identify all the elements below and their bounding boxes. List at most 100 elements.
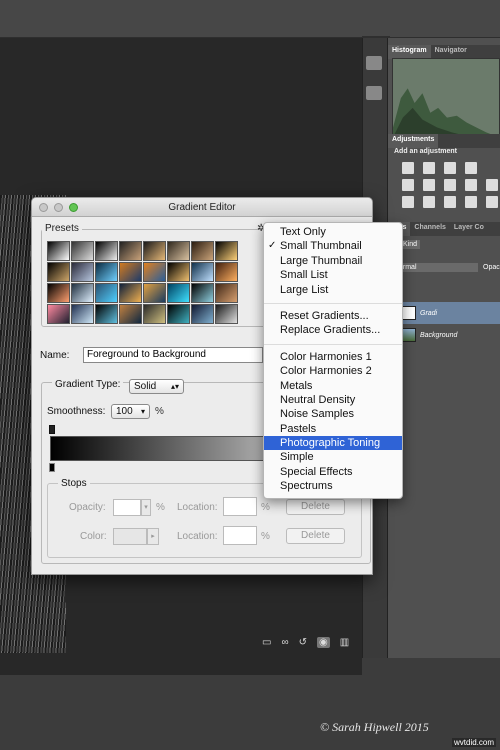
black-white-icon[interactable] — [465, 179, 477, 191]
color-label: Color: — [80, 531, 107, 542]
blend-mode-select[interactable]: ormal — [396, 263, 478, 272]
levels-icon[interactable] — [423, 162, 435, 174]
kind-filter[interactable]: Kind — [400, 240, 421, 249]
delete-opacity-stop-button[interactable]: Delete — [286, 499, 345, 515]
menu-item-label: Metals — [280, 379, 313, 392]
gradient-preset-swatch[interactable] — [47, 241, 70, 261]
gradient-preset-swatch[interactable] — [215, 283, 238, 303]
invert-icon[interactable] — [402, 196, 414, 208]
gradient-preset-swatch[interactable] — [95, 304, 118, 324]
name-field[interactable]: Foreground to Background — [83, 347, 263, 363]
add-adjustment-label: Add an adjustment — [394, 148, 458, 155]
gradient-preset-swatch[interactable] — [95, 241, 118, 261]
gradient-preset-swatch[interactable] — [191, 304, 214, 324]
layer-gradient[interactable]: Gradi — [388, 302, 500, 324]
posterize-icon[interactable] — [423, 196, 435, 208]
menu-item[interactable]: Photographic Toning — [264, 436, 402, 451]
gradient-preset-swatch[interactable] — [95, 262, 118, 282]
gradient-preset-swatch[interactable] — [71, 304, 94, 324]
gradient-preset-swatch[interactable] — [119, 262, 142, 282]
menu-item[interactable]: Noise Samples — [264, 407, 402, 421]
menu-item[interactable]: Large List — [264, 283, 402, 297]
properties-panel-icon[interactable] — [366, 86, 382, 100]
gradient-preset-swatch[interactable] — [143, 262, 166, 282]
color-stop-marker[interactable] — [49, 463, 55, 472]
gradient-preset-swatch[interactable] — [191, 283, 214, 303]
gradient-preset-swatch[interactable] — [71, 241, 94, 261]
threshold-icon[interactable] — [444, 196, 456, 208]
tab-navigator[interactable]: Navigator — [431, 45, 471, 59]
gradient-preset-swatch[interactable] — [143, 283, 166, 303]
gradient-preset-swatch[interactable] — [47, 304, 70, 324]
menu-item[interactable]: Large Thumbnail — [264, 254, 402, 268]
exposure-icon[interactable] — [465, 162, 477, 174]
curves-icon[interactable] — [444, 162, 456, 174]
menu-item[interactable]: Reset Gradients... — [264, 309, 402, 323]
gradient-preset-swatch[interactable] — [191, 241, 214, 261]
color-swatch-field[interactable] — [113, 528, 147, 545]
tab-channels[interactable]: Channels — [410, 222, 450, 236]
vibrance-icon[interactable] — [402, 179, 414, 191]
visibility-icon[interactable]: ◉ — [316, 636, 330, 648]
gradient-preset-swatch[interactable] — [143, 304, 166, 324]
photo-filter-icon[interactable] — [486, 179, 498, 191]
menu-item[interactable]: Simple — [264, 450, 402, 464]
zoom-button[interactable] — [69, 203, 78, 212]
gradient-preset-swatch[interactable] — [71, 283, 94, 303]
gradient-preset-swatch[interactable] — [47, 283, 70, 303]
menu-item[interactable]: Special Effects — [264, 465, 402, 479]
gradient-preset-swatch[interactable] — [119, 304, 142, 324]
history-panel-icon[interactable] — [366, 56, 382, 70]
hue-saturation-icon[interactable] — [423, 179, 435, 191]
gradient-map-icon[interactable] — [486, 196, 498, 208]
gradient-preset-swatch[interactable] — [215, 241, 238, 261]
gradient-preset-swatch[interactable] — [71, 262, 94, 282]
color-dropdown-button[interactable]: ▸ — [147, 528, 159, 545]
gradient-preset-swatch[interactable] — [191, 262, 214, 282]
menu-item[interactable]: Spectrums — [264, 479, 402, 493]
selective-color-icon[interactable] — [465, 196, 477, 208]
trash-icon[interactable]: ▥ — [340, 637, 349, 648]
delete-color-stop-button[interactable]: Delete — [286, 528, 345, 544]
opacity-location-field[interactable] — [223, 497, 257, 516]
menu-item[interactable]: ✓ Small Thumbnail — [264, 239, 402, 253]
opacity-stop-marker[interactable] — [49, 425, 55, 434]
tab-layer-comps[interactable]: Layer Co — [450, 222, 488, 236]
gradient-preset-swatch[interactable] — [119, 241, 142, 261]
menu-item[interactable]: Neutral Density — [264, 393, 402, 407]
smoothness-select[interactable]: 100 ▾ — [111, 404, 150, 419]
gradient-preset-swatch[interactable] — [167, 241, 190, 261]
gradient-preset-swatch[interactable] — [143, 241, 166, 261]
gradient-preset-swatch[interactable] — [215, 262, 238, 282]
link-icon[interactable]: ∞ — [281, 637, 288, 648]
menu-item[interactable]: Replace Gradients... — [264, 323, 402, 337]
close-button[interactable] — [39, 203, 48, 212]
menu-item[interactable]: Pastels — [264, 422, 402, 436]
gradient-preset-swatch[interactable] — [215, 304, 238, 324]
opacity-dropdown-button[interactable]: ▾ — [141, 499, 151, 516]
gradient-preset-swatch[interactable] — [119, 283, 142, 303]
gradient-preset-swatch[interactable] — [95, 283, 118, 303]
tab-histogram[interactable]: Histogram — [388, 45, 431, 59]
brightness-icon[interactable] — [402, 162, 414, 174]
gradient-preset-swatch[interactable] — [167, 283, 190, 303]
menu-item[interactable]: Color Harmonies 2 — [264, 364, 402, 378]
minimize-button[interactable] — [54, 203, 63, 212]
gradient-preset-swatch[interactable] — [167, 304, 190, 324]
menu-item[interactable]: Small List — [264, 268, 402, 282]
gradient-type-select[interactable]: Solid ▴▾ — [129, 379, 184, 394]
menu-item[interactable]: Text Only — [264, 225, 402, 239]
layer-background[interactable]: Background — [388, 324, 500, 346]
photographer-watermark: © Sarah Hipwell 2015 — [320, 720, 429, 734]
opacity-field[interactable] — [113, 499, 141, 516]
tab-adjustments[interactable]: Adjustments — [388, 134, 439, 148]
menu-item-label: Simple — [280, 451, 314, 464]
gradient-preset-swatch[interactable] — [167, 262, 190, 282]
color-location-field[interactable] — [223, 526, 257, 545]
menu-item[interactable]: Metals — [264, 379, 402, 393]
undo-icon[interactable]: ↺ — [299, 637, 307, 648]
gradient-preset-swatch[interactable] — [47, 262, 70, 282]
color-balance-icon[interactable] — [444, 179, 456, 191]
menu-item[interactable]: Color Harmonies 1 — [264, 350, 402, 364]
new-group-icon[interactable]: ▭ — [262, 637, 271, 648]
